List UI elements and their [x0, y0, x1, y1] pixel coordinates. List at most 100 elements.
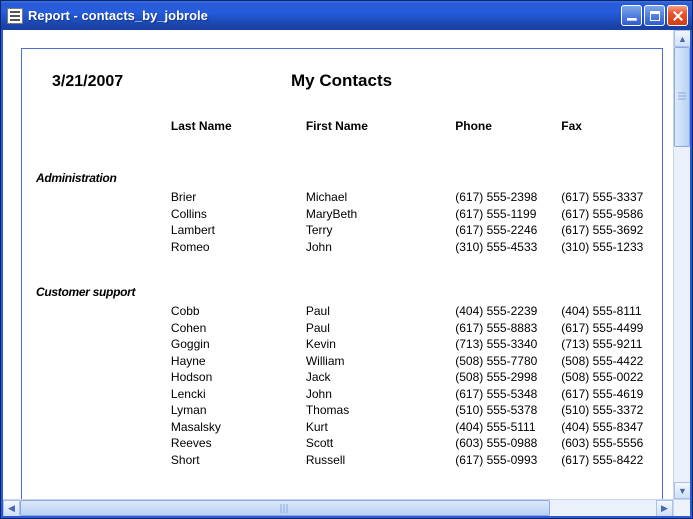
cell-fax: (508) 555-4422 — [561, 353, 648, 370]
cell-firstname: John — [306, 386, 455, 403]
cell-phone: (617) 555-8883 — [455, 320, 561, 337]
cell-firstname: Paul — [306, 303, 455, 320]
close-button[interactable] — [667, 5, 688, 26]
cell-phone: (404) 555-5111 — [455, 419, 561, 436]
cell-lastname: Collins — [171, 206, 306, 223]
cell-firstname: Kurt — [306, 419, 455, 436]
group-header: Administration — [36, 171, 648, 185]
cell-firstname: MaryBeth — [306, 206, 455, 223]
cell-fax: (617) 555-3337 — [561, 189, 648, 206]
col-spacer — [36, 119, 171, 133]
table-row: RomeoJohn(310) 555-4533(310) 555-1233 — [36, 239, 648, 256]
vscroll-thumb[interactable] — [674, 47, 690, 147]
cell-fax: (617) 555-3692 — [561, 222, 648, 239]
cell-lastname: Lambert — [171, 222, 306, 239]
cell-lastname: Romeo — [171, 239, 306, 256]
report-page: 3/21/2007 My Contacts Last Name First Na… — [21, 48, 663, 499]
cell-firstname: Terry — [306, 222, 455, 239]
hscroll-track[interactable] — [20, 500, 656, 516]
cell-spacer — [36, 419, 171, 436]
group-gap — [36, 255, 648, 285]
cell-fax: (713) 555-9211 — [561, 336, 648, 353]
maximize-icon — [650, 11, 660, 21]
cell-lastname: Lyman — [171, 402, 306, 419]
report-viewport: 3/21/2007 My Contacts Last Name First Na… — [3, 30, 673, 499]
minimize-button[interactable] — [621, 5, 642, 26]
vertical-scrollbar[interactable]: ▲ ▼ — [673, 30, 690, 499]
group-header: Customer support — [36, 285, 648, 299]
table-row: HodsonJack(508) 555-2998(508) 555-0022 — [36, 369, 648, 386]
cell-spacer — [36, 303, 171, 320]
col-header-lastname: Last Name — [171, 119, 306, 133]
window-title: Report - contacts_by_jobrole — [28, 8, 621, 23]
report-header: 3/21/2007 My Contacts — [36, 71, 648, 91]
cell-spacer — [36, 206, 171, 223]
cell-firstname: Thomas — [306, 402, 455, 419]
scroll-up-button[interactable]: ▲ — [674, 30, 690, 47]
cell-spacer — [36, 386, 171, 403]
cell-phone: (617) 555-2246 — [455, 222, 561, 239]
cell-lastname: Masalsky — [171, 419, 306, 436]
table-row: LambertTerry(617) 555-2246(617) 555-3692 — [36, 222, 648, 239]
cell-lastname: Lencki — [171, 386, 306, 403]
cell-lastname: Cobb — [171, 303, 306, 320]
table-row: HayneWilliam(508) 555-7780(508) 555-4422 — [36, 353, 648, 370]
report-icon — [7, 8, 23, 24]
cell-firstname: Jack — [306, 369, 455, 386]
table-row: ReevesScott(603) 555-0988(603) 555-5556 — [36, 435, 648, 452]
horizontal-scrollbar[interactable]: ◀ ▶ — [3, 499, 690, 516]
cell-fax: (617) 555-9586 — [561, 206, 648, 223]
minimize-icon — [627, 18, 637, 21]
table-row: ShortRussell(617) 555-0993(617) 555-8422 — [36, 452, 648, 469]
cell-lastname: Cohen — [171, 320, 306, 337]
report-body: AdministrationBrierMichael(617) 555-2398… — [36, 171, 648, 468]
cell-phone: (617) 555-0993 — [455, 452, 561, 469]
cell-spacer — [36, 336, 171, 353]
cell-spacer — [36, 452, 171, 469]
col-header-phone: Phone — [455, 119, 561, 133]
table-row: LenckiJohn(617) 555-5348(617) 555-4619 — [36, 386, 648, 403]
vscroll-track[interactable] — [674, 47, 690, 482]
hscroll-thumb[interactable] — [20, 500, 550, 516]
cell-fax: (510) 555-3372 — [561, 402, 648, 419]
column-headers: Last Name First Name Phone Fax — [36, 119, 648, 133]
cell-fax: (508) 555-0022 — [561, 369, 648, 386]
cell-lastname: Short — [171, 452, 306, 469]
cell-spacer — [36, 189, 171, 206]
maximize-button[interactable] — [644, 5, 665, 26]
scroll-corner — [673, 500, 690, 517]
cell-fax: (603) 555-5556 — [561, 435, 648, 452]
cell-fax: (617) 555-4499 — [561, 320, 648, 337]
cell-fax: (617) 555-8422 — [561, 452, 648, 469]
cell-firstname: Paul — [306, 320, 455, 337]
titlebar[interactable]: Report - contacts_by_jobrole — [1, 1, 692, 30]
cell-phone: (617) 555-5348 — [455, 386, 561, 403]
cell-phone: (713) 555-3340 — [455, 336, 561, 353]
scroll-left-button[interactable]: ◀ — [3, 500, 20, 517]
window: Report - contacts_by_jobrole 3/21/2007 M… — [0, 0, 693, 519]
cell-lastname: Hayne — [171, 353, 306, 370]
cell-spacer — [36, 402, 171, 419]
cell-phone: (603) 555-0988 — [455, 435, 561, 452]
report-title: My Contacts — [291, 71, 392, 91]
cell-spacer — [36, 239, 171, 256]
cell-firstname: Russell — [306, 452, 455, 469]
cell-phone: (310) 555-4533 — [455, 239, 561, 256]
cell-firstname: Scott — [306, 435, 455, 452]
cell-fax: (617) 555-4619 — [561, 386, 648, 403]
cell-fax: (404) 555-8111 — [561, 303, 648, 320]
cell-phone: (508) 555-2998 — [455, 369, 561, 386]
scroll-down-button[interactable]: ▼ — [674, 482, 690, 499]
table-row: LymanThomas(510) 555-5378(510) 555-3372 — [36, 402, 648, 419]
cell-spacer — [36, 222, 171, 239]
cell-phone: (617) 555-2398 — [455, 189, 561, 206]
cell-phone: (510) 555-5378 — [455, 402, 561, 419]
cell-spacer — [36, 435, 171, 452]
cell-firstname: Kevin — [306, 336, 455, 353]
table-row: GogginKevin(713) 555-3340(713) 555-9211 — [36, 336, 648, 353]
cell-spacer — [36, 369, 171, 386]
scroll-right-button[interactable]: ▶ — [656, 500, 673, 517]
client-area: 3/21/2007 My Contacts Last Name First Na… — [1, 30, 692, 518]
table-row: CohenPaul(617) 555-8883(617) 555-4499 — [36, 320, 648, 337]
cell-fax: (310) 555-1233 — [561, 239, 648, 256]
